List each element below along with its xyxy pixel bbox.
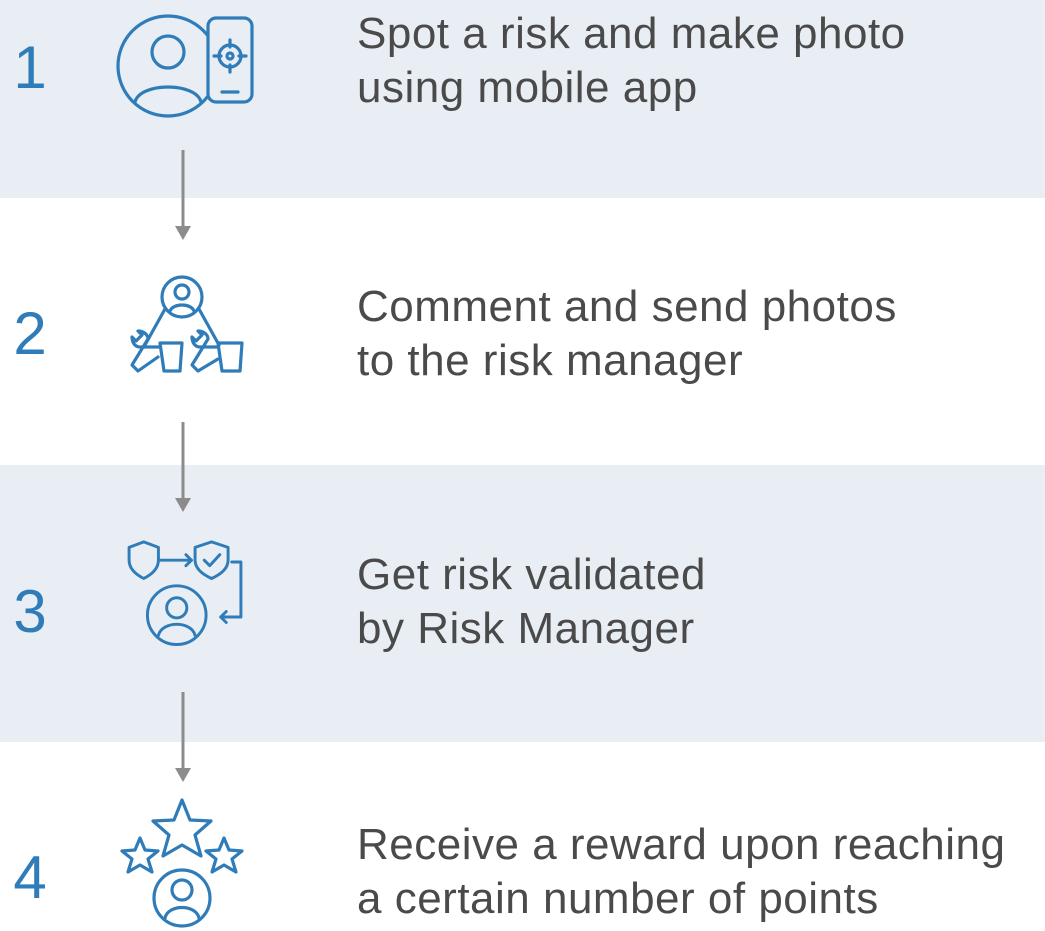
step-1-description: Spot a risk and make photo using mobile …	[357, 7, 1045, 115]
step-2-description: Comment and send photos to the risk mana…	[357, 280, 1045, 388]
step-3-description: Get risk validated by Risk Manager	[357, 548, 1045, 656]
step-4-line-1: Receive a reward upon reaching	[357, 820, 1006, 869]
step-4-number: 4	[13, 844, 47, 911]
step-2-line-2: to the risk manager	[357, 336, 744, 385]
step-3-line-1: Get risk validated	[357, 550, 706, 599]
step-3-number: 3	[13, 578, 47, 645]
arrow-step-1-to-2	[172, 150, 194, 242]
shield-check-user-icon	[110, 540, 260, 650]
user-stars-icon	[110, 798, 260, 931]
arrow-step-2-to-3	[172, 422, 194, 514]
step-1-line-2: using mobile app	[357, 63, 698, 112]
user-phone-target-icon	[110, 10, 260, 120]
step-3-line-2: by Risk Manager	[357, 604, 695, 653]
step-2-line-1: Comment and send photos	[357, 282, 897, 331]
step-4-line-2: a certain number of points	[357, 874, 879, 923]
step-1-line-1: Spot a risk and make photo	[357, 9, 906, 58]
arrow-step-3-to-4	[172, 692, 194, 784]
step-2-number: 2	[13, 300, 47, 367]
user-tools-icon	[110, 275, 260, 385]
step-1-number: 1	[13, 34, 47, 101]
step-4-description: Receive a reward upon reaching a certain…	[357, 818, 1045, 926]
